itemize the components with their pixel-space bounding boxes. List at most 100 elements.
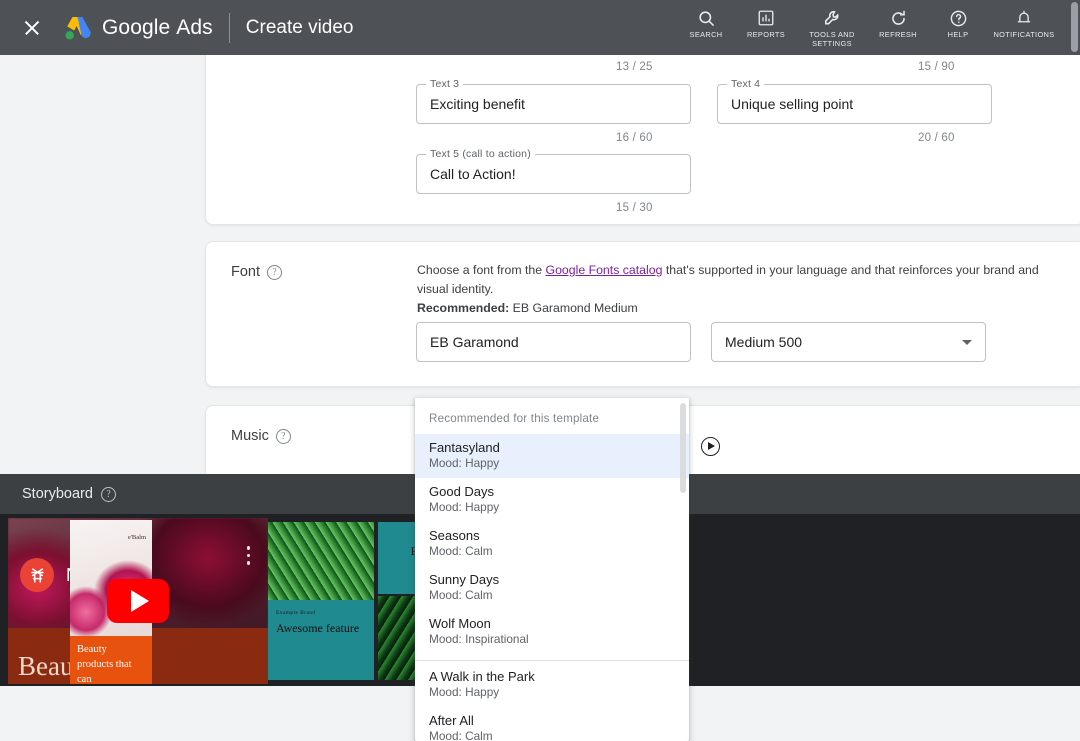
brand-name: Google Ads [102,16,213,40]
brand-google: Google [102,15,171,39]
font-description: Choose a font from the Google Fonts cata… [417,261,1057,318]
refresh-icon [889,8,908,28]
text-4-field[interactable]: Text 4 Unique selling point [717,78,992,124]
font-family-input[interactable]: EB Garamond [416,322,691,362]
brand-ads: Ads [176,15,213,39]
dropdown-item-mood: Mood: Happy [429,500,500,514]
product-caption-line1: Beauty products that [77,644,132,670]
counter-text-5: 15 / 30 [616,202,653,214]
font-weight-select[interactable]: Medium 500 [711,322,986,362]
create-video-page: Google Ads Create video SEARCH REPORTS T… [0,0,1080,741]
dropdown-items: Fantasyland Mood: Happy Good Days Mood: … [415,434,689,741]
storyboard-label: Storyboard [22,486,93,502]
dropdown-item-title: A Walk in the Park [429,669,535,684]
search-icon [697,8,716,28]
toolbar-notifications[interactable]: NOTIFICATIONS [988,0,1060,40]
google-ads-logo-icon [65,16,91,40]
toolbar-help[interactable]: HELP [928,0,988,40]
dropdown-item-mood: Mood: Happy [429,685,500,699]
toolbar-reports-label: REPORTS [746,30,786,39]
app-bar: Google Ads Create video SEARCH REPORTS T… [0,0,1080,55]
chevron-down-icon [962,339,972,345]
help-circle-icon[interactable]: ? [267,264,283,280]
toolbar-search-label: SEARCH [689,30,723,39]
dropdown-item-good-days[interactable]: Good Days Mood: Happy [415,478,689,522]
dropdown-item-title: After All [429,713,474,728]
dropdown-item-wolf-moon[interactable]: Wolf Moon Mood: Inspirational [415,610,689,654]
font-recommended-label: Recommended: [417,301,510,315]
dropdown-item-after-all[interactable]: After All Mood: Calm [415,707,689,741]
scene-1-image [268,522,374,600]
tools-and-settings-icon [823,8,842,28]
text-5-field[interactable]: Text 5 (call to action) Call to Action! [416,148,691,194]
text-5-legend: Text 5 (call to action) [426,148,535,160]
font-weight-value: Medium 500 [725,334,803,350]
notifications-icon [1015,8,1033,28]
dropdown-scrollbar[interactable] [680,403,686,493]
page-scrollbar[interactable] [1071,2,1078,52]
scene-1-headline: Awesome feature [276,621,360,635]
toolbar-tools-and-settings[interactable]: TOOLS AND SETTINGS [796,0,868,48]
counter-text1: 13 / 25 [616,61,653,73]
dropdown-item-mood: Mood: Calm [429,544,493,558]
text-5-value: Call to Action! [430,166,516,182]
app-bar-tools: SEARCH REPORTS TOOLS AND SETTINGS REFRES… [676,0,1080,55]
dropdown-item-fantasyland[interactable]: Fantasyland Mood: Happy [415,434,689,478]
dropdown-item-title: Good Days [429,484,495,499]
help-icon [949,8,968,28]
product-caption-line2: can [77,674,92,684]
help-circle-icon[interactable]: ? [100,486,116,502]
font-card: Font ? Choose a font from the Google Fon… [205,241,1080,387]
storyboard-preview[interactable]: Beauty hat Newsfeed [8,518,268,684]
text-4-value: Unique selling point [731,96,854,112]
header-divider [228,12,230,43]
dropdown-item-mood: Mood: Calm [429,729,493,741]
google-fonts-catalog-link[interactable]: Google Fonts catalog [546,263,663,277]
dropdown-item-title: Seasons [429,528,480,543]
text-3-field[interactable]: Text 3 Exciting benefit [416,78,691,124]
font-recommended: Recommended: EB Garamond Medium [417,299,1057,318]
help-circle-icon[interactable]: ? [275,428,291,444]
dropdown-item-title: Sunny Days [429,572,500,587]
scene-1-caption: Example Brand Awesome feature [268,600,374,635]
music-dropdown-menu[interactable]: Recommended for this template Fantasylan… [415,398,689,741]
music-label-text: Music [231,428,269,444]
close-icon[interactable] [18,14,46,42]
dropdown-item-seasons[interactable]: Seasons Mood: Calm [415,522,689,566]
font-section-label: Font ? [231,264,283,280]
dropdown-item-title: Fantasyland [429,440,500,455]
dropdown-item-sunny-days[interactable]: Sunny Days Mood: Calm [415,566,689,610]
toolbar-help-label: HELP [947,30,969,39]
dropdown-group-header: Recommended for this template [429,412,600,425]
text-3-value: Exciting benefit [430,96,525,112]
counter-text2: 15 / 90 [918,61,955,73]
product-caption: Beauty products that can [70,636,152,684]
text-3-legend: Text 3 [426,78,464,90]
font-family-value: EB Garamond [430,334,519,350]
counter-text-4: 20 / 60 [918,132,955,144]
product-brand-tag: e'Balm [127,534,146,541]
storyboard-scene-1[interactable]: Example Brand Awesome feature [268,522,374,680]
app-bar-left: Google Ads Create video [0,12,354,43]
director-chair-icon [20,558,54,592]
dropdown-divider [415,660,689,661]
dropdown-item-mood: Mood: Calm [429,588,493,602]
counter-text-3: 16 / 60 [616,132,653,144]
font-desc-before: Choose a font from the [417,263,546,277]
reports-icon [757,8,775,28]
play-circle-icon[interactable] [701,437,720,456]
toolbar-refresh[interactable]: REFRESH [868,0,928,40]
toolbar-refresh-label: REFRESH [879,30,917,39]
dropdown-item-title: Wolf Moon [429,616,491,631]
toolbar-reports[interactable]: REPORTS [736,0,796,40]
dropdown-item-mood: Mood: Happy [429,456,500,470]
music-section-label: Music ? [231,428,291,444]
scene-1-brand: Example Brand [276,610,316,616]
font-label-text: Font [231,264,261,280]
more-vert-icon[interactable] [246,546,250,569]
toolbar-search[interactable]: SEARCH [676,0,736,40]
youtube-play-icon[interactable] [107,579,169,623]
toolbar-tools-label: TOOLS AND SETTINGS [809,30,855,48]
dropdown-item-a-walk-in-the-park[interactable]: A Walk in the Park Mood: Happy [415,663,689,707]
toolbar-notifications-label: NOTIFICATIONS [993,30,1055,39]
